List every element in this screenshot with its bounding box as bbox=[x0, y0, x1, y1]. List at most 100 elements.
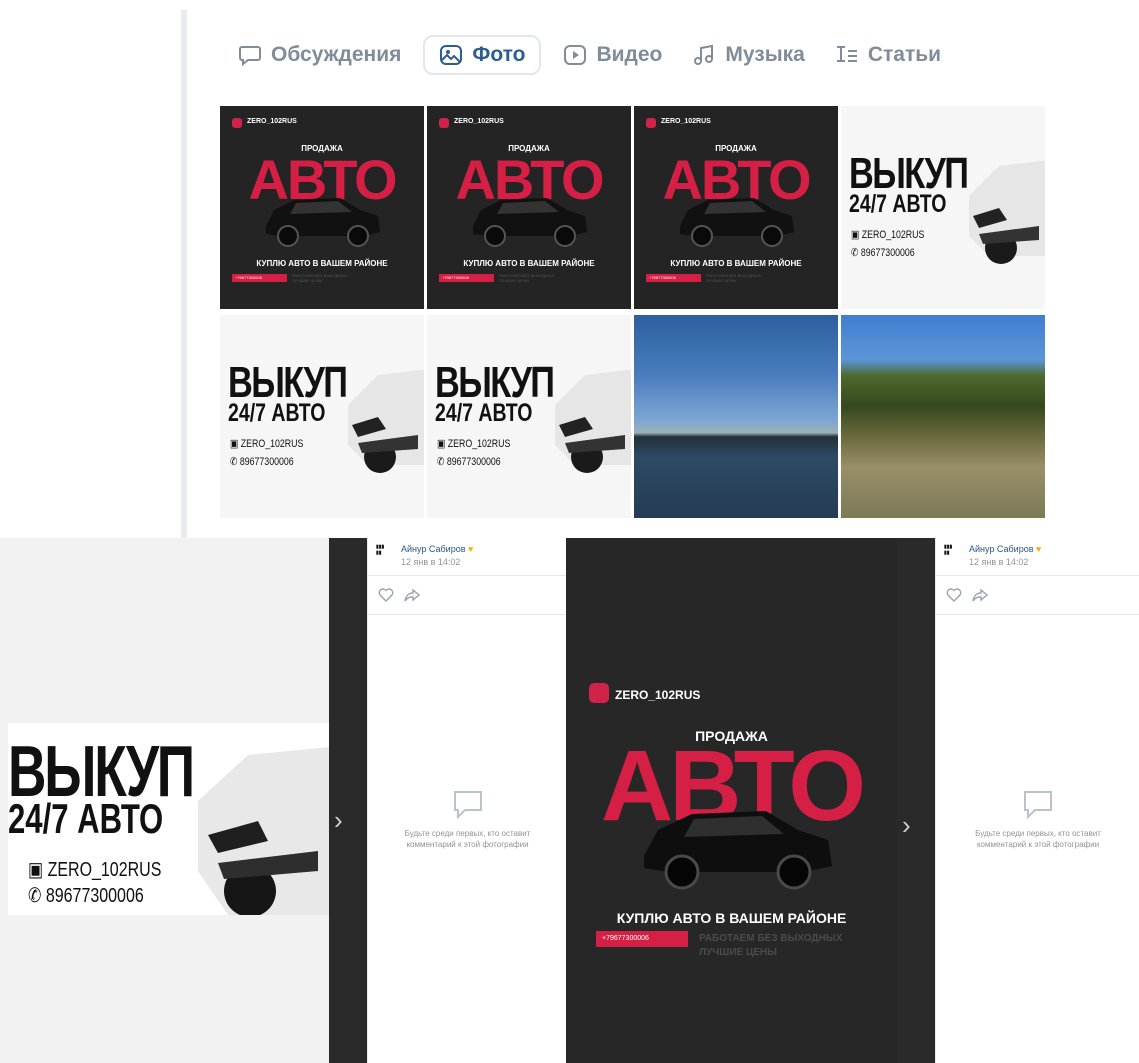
share-icon[interactable] bbox=[972, 588, 988, 602]
car-image bbox=[473, 198, 587, 247]
photos-section: Обсуждения Фото Видео Музыка Статьи ZERO… bbox=[0, 0, 1139, 538]
tile-work: РАБОТАЕМ БЕЗ ВЫХОДНЫХ ЛУЧШИЕ ЦЕНЫ bbox=[706, 273, 796, 283]
car-image bbox=[555, 369, 631, 473]
tile-line2: 24/7 АВТО bbox=[849, 190, 947, 218]
viewer-photo-dark[interactable]: ZERO_102RUS ПРОДАЖА АВТО КУПЛЮ АВТО В ВА… bbox=[566, 538, 897, 1063]
tile-phone: ✆ 89677300006 bbox=[230, 456, 294, 468]
photo-phone-text: 89677300006 bbox=[45, 885, 144, 907]
tile-phone: ✆ 89677300006 bbox=[437, 456, 501, 468]
tab-music[interactable]: Музыка bbox=[684, 35, 812, 75]
tile-phone: +79677300006 bbox=[646, 274, 701, 282]
tile-phone-text: 89677300006 bbox=[446, 456, 501, 468]
tab-articles[interactable]: Статьи bbox=[827, 35, 949, 75]
tile-phone: +79677300006 bbox=[232, 274, 287, 282]
chevron-right-icon[interactable]: › bbox=[902, 810, 911, 841]
tile-buy: КУПЛЮ АВТО В ВАШЕМ РАЙОНЕ bbox=[256, 259, 388, 268]
post-actions bbox=[936, 576, 1139, 615]
tile-work-2: ЛУЧШИЕ ЦЕНЫ bbox=[499, 278, 530, 283]
tab-label: Видео bbox=[596, 43, 663, 66]
verified-heart-icon: ♥ bbox=[468, 544, 474, 554]
empty-comments-text: Будьте среди первых, кто оставит коммента… bbox=[936, 828, 1139, 850]
section-tabs: Обсуждения Фото Видео Музыка Статьи bbox=[230, 34, 963, 76]
heart-icon[interactable] bbox=[946, 588, 962, 602]
tile-line2: 24/7 АВТО bbox=[435, 399, 533, 427]
tile-insta-text: ZERO_102RUS bbox=[240, 438, 304, 450]
tile-work: РАБОТАЕМ БЕЗ ВЫХОДНЫХ ЛУЧШИЕ ЦЕНЫ bbox=[499, 273, 589, 283]
viewer-photo-content: ВЫКУП 24/7 АВТО ▣ ZERO_102RUS ✆ 89677300… bbox=[8, 723, 329, 915]
author-name-text: Айнур Сабиров bbox=[401, 544, 466, 554]
author-name-text: Айнур Сабиров bbox=[969, 544, 1034, 554]
instagram-icon bbox=[589, 683, 609, 703]
empty-line-1: Будьте среди первых, кто оставит bbox=[975, 829, 1101, 838]
photo-thumbnail[interactable]: ВЫКУП 24/7 АВТО ▣ ZERO_102RUS ✆ 89677300… bbox=[427, 315, 631, 518]
photo-handle: ZERO_102RUS bbox=[615, 688, 701, 702]
photo-thumbnail[interactable]: ZERO_102RUS ПРОДАЖА АВТО КУПЛЮ АВТО В ВА… bbox=[220, 106, 424, 309]
photo-viewer-strip: ВЫКУП 24/7 АВТО ▣ ZERO_102RUS ✆ 89677300… bbox=[0, 538, 1139, 1063]
verified-heart-icon: ♥ bbox=[1036, 544, 1042, 554]
empty-line-2: комментарий к этой фотографии bbox=[976, 840, 1100, 849]
tile-insta: ▣ ZERO_102RUS bbox=[851, 229, 925, 241]
photo-insta: ▣ ZERO_102RUS bbox=[28, 859, 162, 881]
photo-thumbnail-lake[interactable] bbox=[634, 315, 838, 518]
car-image bbox=[266, 198, 380, 247]
car-image bbox=[969, 160, 1045, 264]
photo-thumbnail[interactable]: ZERO_102RUS ПРОДАЖА АВТО КУПЛЮ АВТО В ВА… bbox=[634, 106, 838, 309]
empty-line-1: Будьте среди первых, кто оставит bbox=[404, 829, 531, 838]
viewer-photo-white[interactable]: ВЫКУП 24/7 АВТО ▣ ZERO_102RUS ✆ 89677300… bbox=[0, 538, 329, 1063]
photo-buy: КУПЛЮ АВТО В ВАШЕМ РАЙОНЕ bbox=[616, 910, 847, 926]
author-name[interactable]: Айнур Сабиров ♥ bbox=[969, 544, 1041, 554]
music-note-icon bbox=[694, 44, 714, 65]
tile-insta: ▣ ZERO_102RUS bbox=[230, 438, 304, 450]
photo-thumbnail[interactable]: ВЫКУП 24/7 АВТО ▣ ZERO_102RUS ✆ 89677300… bbox=[841, 106, 1045, 309]
author-name[interactable]: Айнур Сабиров ♥ bbox=[401, 544, 473, 554]
tile-insta-text: ZERO_102RUS bbox=[861, 229, 925, 241]
viewer-dark-bar bbox=[329, 538, 367, 1063]
tile-insta: ▣ ZERO_102RUS bbox=[437, 438, 511, 450]
photo-thumbnail[interactable]: ВЫКУП 24/7 АВТО ▣ ZERO_102RUS ✆ 89677300… bbox=[220, 315, 424, 518]
photo-line2: 24/7 АВТО bbox=[8, 795, 164, 842]
photo-work-1: РАБОТАЕМ БЕЗ ВЫХОДНЫХ bbox=[699, 933, 843, 944]
tile-line2: 24/7 АВТО bbox=[228, 399, 326, 427]
photo-phone: +79677300006 bbox=[596, 931, 688, 947]
comment-icon bbox=[1024, 791, 1052, 820]
chat-bubble-icon bbox=[239, 46, 261, 67]
tile-phone: ✆ 89677300006 bbox=[851, 247, 915, 259]
photo-thumbnail-forest[interactable] bbox=[841, 315, 1045, 518]
tile-phone-text: 89677300006 bbox=[860, 247, 915, 259]
instagram-icon bbox=[232, 118, 242, 128]
photo-icon bbox=[440, 45, 463, 65]
photo-work-2: ЛУЧШИЕ ЦЕНЫ bbox=[699, 947, 777, 958]
car-image bbox=[680, 198, 794, 247]
photo-thumbnail[interactable]: ZERO_102RUS ПРОДАЖА АВТО КУПЛЮ АВТО В ВА… bbox=[427, 106, 631, 309]
photo-work: РАБОТАЕМ БЕЗ ВЫХОДНЫХ ЛУЧШИЕ ЦЕНЫ bbox=[699, 932, 842, 960]
tab-photos[interactable]: Фото bbox=[423, 35, 542, 75]
tab-discussions[interactable]: Обсуждения bbox=[230, 35, 409, 75]
car-image bbox=[198, 747, 329, 915]
tile-work-2: ЛУЧШИЕ ЦЕНЫ bbox=[706, 278, 737, 283]
comment-icon bbox=[453, 791, 482, 820]
tile-work: РАБОТАЕМ БЕЗ ВЫХОДНЫХ ЛУЧШИЕ ЦЕНЫ bbox=[292, 273, 382, 283]
play-icon bbox=[564, 45, 587, 65]
tile-insta-text: ZERO_102RUS bbox=[447, 438, 511, 450]
chevron-right-icon[interactable]: › bbox=[334, 805, 343, 836]
tab-label: Фото bbox=[472, 43, 526, 66]
comments-panel: ▮▮▮ ▮▮ Айнур Сабиров ♥ 12 янв в 14:02 Буд… bbox=[935, 538, 1139, 1063]
instagram-icon bbox=[439, 118, 449, 128]
empty-line-2: комментарий к этой фотографии bbox=[406, 840, 529, 849]
post-date: 12 янв в 14:02 bbox=[969, 557, 1029, 567]
tab-label: Обсуждения bbox=[271, 43, 402, 66]
share-icon[interactable] bbox=[404, 588, 420, 602]
tile-handle: ZERO_102RUS bbox=[661, 118, 711, 125]
tile-handle: ZERO_102RUS bbox=[454, 118, 504, 125]
tab-videos[interactable]: Видео bbox=[555, 35, 670, 75]
avatar[interactable]: ▮▮▮ ▮▮ bbox=[944, 544, 964, 564]
car-image bbox=[348, 369, 424, 473]
photo-insta-text: ZERO_102RUS bbox=[47, 859, 162, 881]
tile-work-2: ЛУЧШИЕ ЦЕНЫ bbox=[292, 278, 323, 283]
avatar[interactable]: ▮▮▮ ▮▮ bbox=[376, 544, 396, 564]
heart-icon[interactable] bbox=[378, 588, 394, 602]
post-date: 12 янв в 14:02 bbox=[401, 557, 461, 567]
post-actions bbox=[368, 576, 567, 615]
tile-buy: КУПЛЮ АВТО В ВАШЕМ РАЙОНЕ bbox=[463, 259, 595, 268]
tab-label: Статьи bbox=[867, 43, 942, 66]
